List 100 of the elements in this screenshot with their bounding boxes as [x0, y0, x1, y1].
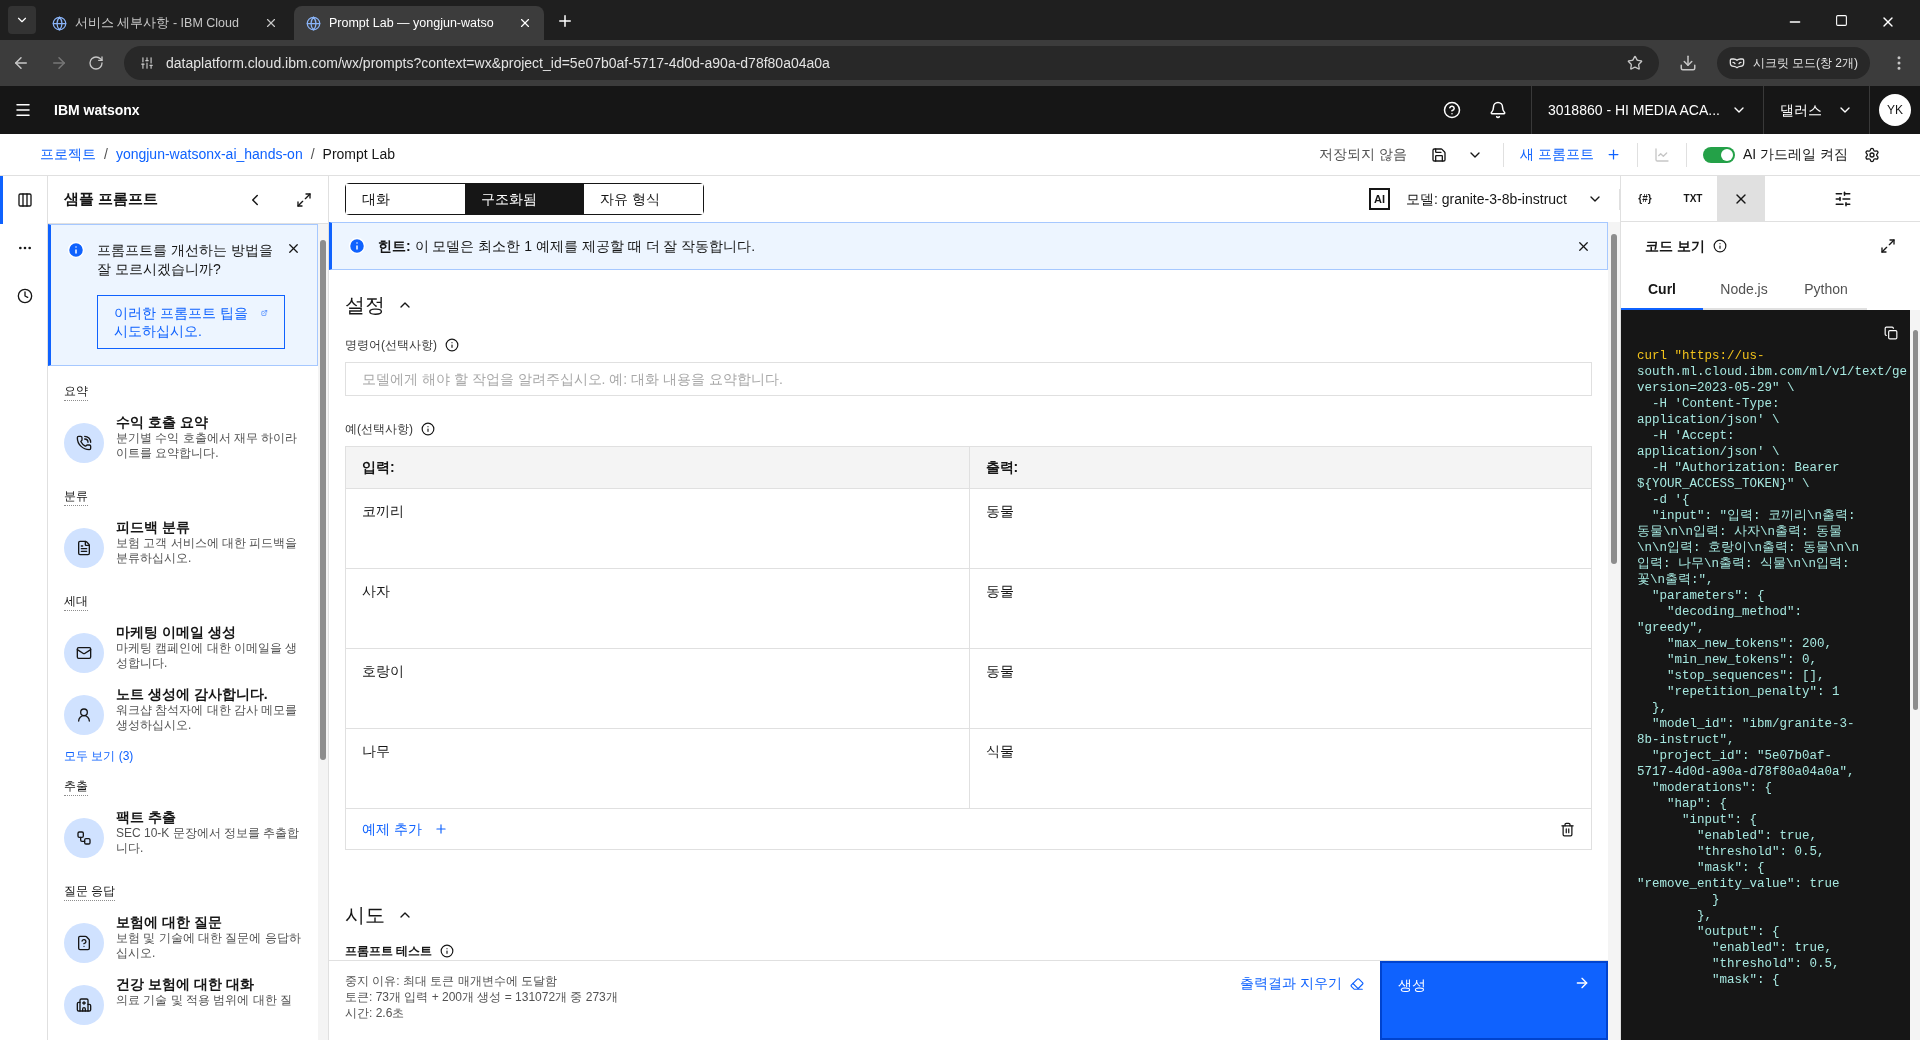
- copy-icon[interactable]: [1884, 326, 1898, 340]
- breadcrumb-item: Prompt Lab: [322, 145, 395, 164]
- settings-icon[interactable]: [1864, 146, 1880, 163]
- info-icon[interactable]: [445, 338, 459, 352]
- sample-icon: [64, 923, 104, 963]
- code-line: "output": {: [1696, 924, 1781, 940]
- browser-tab[interactable]: 서비스 세부사항 - IBM Cloud: [40, 6, 290, 40]
- guardrail-toggle[interactable]: [1703, 146, 1735, 163]
- sample-description: SEC 10-K 문장에서 정보를 추출합니다.: [116, 826, 301, 856]
- code-line: south.ml.cloud.ibm.com/ml/v1/text/ge: [1637, 364, 1909, 380]
- info-icon[interactable]: [421, 422, 435, 436]
- close-icon[interactable]: [264, 16, 278, 30]
- info-icon[interactable]: [440, 944, 455, 958]
- code-line: "enabled": true,: [1711, 940, 1834, 956]
- code-line: \n\n입력: 호랑이\n출력: 동물\n\n: [1637, 540, 1861, 556]
- clear-output-button[interactable]: 출력결과 지우기: [1240, 973, 1364, 994]
- notification-icon[interactable]: [1489, 101, 1507, 119]
- sample-prompt-item[interactable]: 수익 호출 요약 분기별 수익 호출에서 재무 하이라이트를 요약합니다.: [64, 413, 302, 463]
- code-line: "decoding_method":: [1666, 604, 1804, 620]
- tab-title: Prompt Lab — yongjun-watso: [329, 14, 495, 32]
- sample-description: 분기별 수익 호출에서 재무 하이라이트를 요약합니다.: [116, 431, 299, 461]
- settings-icon[interactable]: [1833, 189, 1852, 208]
- tips-link-button[interactable]: 이러한 프롬프트 팁을 시도하십시오.: [97, 295, 285, 349]
- field-label: 프롬프트 테스트: [345, 943, 433, 960]
- incognito-label: 시크릿 모드(창 2개): [1752, 55, 1858, 72]
- column-header: 출력:: [968, 447, 1591, 488]
- account-dropdown[interactable]: 3018860 - HI MEDIA ACA...: [1531, 86, 1764, 134]
- new-prompt-button[interactable]: 새 프롬프트: [1504, 144, 1637, 165]
- sample-description: 보험 고객 서비스에 대한 피드백을 분류하십시오.: [116, 536, 299, 566]
- see-all-link[interactable]: 모두 보기 (3): [64, 747, 134, 765]
- breadcrumb-item[interactable]: yongjun-watsonx-ai_hands-on: [115, 144, 303, 165]
- reload-icon[interactable]: [88, 55, 104, 71]
- example-cell[interactable]: 식물: [968, 729, 1591, 808]
- new-tab-icon[interactable]: [556, 12, 574, 30]
- sample-prompt-item[interactable]: 건강 보험에 대한 대화 의료 기술 및 적용 범위에 대한 질: [64, 975, 302, 1025]
- product-name[interactable]: IBM watsonx: [54, 99, 140, 121]
- code-line: version=2023-05-29" \: [1637, 380, 1796, 396]
- example-cell[interactable]: 나무: [346, 729, 969, 808]
- example-cell[interactable]: 호랑이: [346, 649, 969, 728]
- scrollbar[interactable]: [318, 224, 328, 1040]
- site-settings-icon[interactable]: [140, 56, 154, 70]
- sample-prompt-item[interactable]: 팩트 추출 SEC 10-K 문장에서 정보를 추출합니다.: [64, 808, 302, 858]
- help-icon[interactable]: [1443, 101, 1461, 119]
- bookmark-icon[interactable]: [1626, 55, 1643, 71]
- close-panel-button[interactable]: [1717, 175, 1765, 222]
- sample-icon: [64, 423, 104, 463]
- browser-tab[interactable]: Prompt Lab — yongjun-watso: [294, 6, 544, 40]
- menu-icon[interactable]: [14, 101, 32, 119]
- code-line: "max_new_tokens": 200,: [1666, 636, 1834, 652]
- back-icon[interactable]: [12, 54, 30, 72]
- incognito-badge[interactable]: 시크릿 모드(창 2개): [1716, 47, 1870, 79]
- scrollbar[interactable]: [1608, 222, 1620, 1040]
- toolbar-button[interactable]: {#}: [1621, 191, 1669, 206]
- code-line: "model_id": "ibm/granite-3-: [1651, 716, 1856, 732]
- example-cell[interactable]: 동물: [968, 649, 1591, 728]
- code-line: "input": {: [1681, 812, 1759, 828]
- code-line: 입력: 나무\n출력: 식물\n\n입력:: [1637, 556, 1851, 572]
- instruction-field[interactable]: 모델에게 해야 할 작업을 알려주십시오. 예: 대화 내용을 요약합니다.: [345, 362, 1592, 396]
- category-label: 추출: [64, 777, 88, 796]
- info-icon[interactable]: [1712, 239, 1727, 253]
- add-example-button[interactable]: 예제 추가: [362, 818, 448, 840]
- sample-prompt-item[interactable]: 피드백 분류 보험 고객 서비스에 대한 피드백을 분류하십시오.: [64, 518, 302, 568]
- scrollbar[interactable]: [1910, 310, 1920, 1040]
- clock-icon: [17, 288, 33, 304]
- expand-icon[interactable]: [296, 191, 312, 208]
- download-icon[interactable]: [1678, 54, 1697, 72]
- region-dropdown[interactable]: 댈러스: [1764, 86, 1870, 134]
- example-cell[interactable]: 동물: [968, 489, 1591, 568]
- column-header: 입력:: [361, 458, 396, 477]
- save-icon[interactable]: [1431, 146, 1448, 163]
- sample-prompt-item[interactable]: 노트 생성에 감사합니다. 워크샵 참석자에 대한 감사 메모를 생성하십시오.: [64, 685, 302, 735]
- restore-icon[interactable]: [1835, 14, 1848, 27]
- address-field[interactable]: dataplatform.cloud.ibm.com/wx/prompts?context=wx&project_id=5e07b0af-5717-4d0d-a90a-d78f80a04a0a: [124, 46, 1659, 80]
- sample-description: 워크샵 참석자에 대한 감사 메모를 생성하십시오.: [116, 703, 299, 733]
- code-line: "remove_entity_value": true: [1637, 876, 1841, 892]
- delete-icon[interactable]: [1560, 821, 1575, 837]
- generate-button[interactable]: 생성: [1380, 961, 1608, 1040]
- example-cell[interactable]: 동물: [968, 569, 1591, 648]
- sample-prompt-item[interactable]: 마케팅 이메일 생성 마케팅 캠페인에 대한 이메일을 생성합니다.: [64, 623, 302, 673]
- code-line: "project_id": "5e07b0af-: [1651, 748, 1834, 764]
- sample-title: 수익 호출 요약: [116, 413, 209, 431]
- example-cell[interactable]: 사자: [346, 569, 969, 648]
- forward-icon[interactable]: [50, 54, 68, 72]
- ai-badge: AI: [1368, 187, 1390, 211]
- expand-icon[interactable]: [1880, 238, 1896, 254]
- model-dropdown[interactable]: 모델: granite-3-8b-instruct: [1405, 188, 1620, 210]
- sample-prompt-item[interactable]: 보험에 대한 질문 보험 및 기술에 대한 질문에 응답하십시오.: [64, 913, 302, 963]
- code-line: "hap": {: [1666, 796, 1728, 812]
- incognito-icon: [1728, 55, 1745, 71]
- code-line: "stop_sequences": [],: [1666, 668, 1826, 684]
- close-icon[interactable]: [286, 241, 301, 256]
- toolbar-button[interactable]: TXT: [1669, 191, 1717, 206]
- code-line: }: [1711, 892, 1721, 908]
- close-icon[interactable]: [518, 16, 532, 30]
- code-line: -d '{: [1651, 492, 1691, 508]
- example-cell[interactable]: 코끼리: [346, 489, 969, 568]
- code-line: "enabled": true,: [1696, 828, 1819, 844]
- breadcrumb-item[interactable]: 프로젝트: [40, 144, 96, 165]
- mode-tab[interactable]: 구조화됨: [465, 184, 584, 214]
- user-avatar[interactable]: YK: [1879, 94, 1911, 126]
